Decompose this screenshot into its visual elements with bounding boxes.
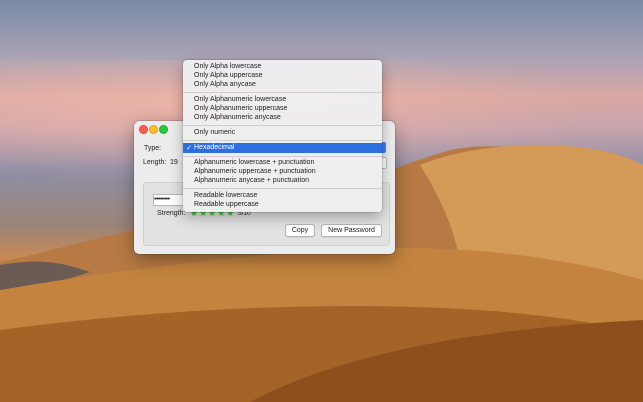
checkmark-icon: ✓ (186, 145, 192, 152)
copy-button[interactable]: Copy (285, 224, 315, 237)
length-label: Length: (143, 159, 167, 166)
new-password-button[interactable]: New Password (321, 224, 382, 237)
menu-item-alphanumeric-uppercase-punctuation[interactable]: Alphanumeric uppercase + punctuation (194, 168, 316, 175)
menu-item-alphanumeric-lowercase-punctuation[interactable]: Alphanumeric lowercase + punctuation (194, 159, 314, 166)
menu-item-alphanumeric-anycase[interactable]: Only Alphanumeric anycase (194, 114, 281, 121)
close-button[interactable] (139, 125, 148, 134)
menu-item-numeric[interactable]: Only numeric (194, 129, 235, 136)
menu-separator (183, 140, 382, 141)
zoom-button[interactable] (159, 125, 168, 134)
menu-separator (183, 156, 382, 157)
menu-item-alpha-lowercase[interactable]: Only Alpha lowercase (194, 63, 261, 70)
menu-item-hexadecimal[interactable]: ✓ Hexadecimal (183, 143, 382, 153)
menu-item-alpha-uppercase[interactable]: Only Alpha uppercase (194, 72, 263, 79)
menu-item-alphanumeric-anycase-punctuation[interactable]: Alphanumeric anycase + punctuation (194, 177, 309, 184)
menu-item-label: Hexadecimal (194, 144, 235, 151)
menu-separator (183, 188, 382, 189)
menu-item-readable-uppercase[interactable]: Readable uppercase (194, 201, 259, 208)
menu-item-alphanumeric-lowercase[interactable]: Only Alphanumeric lowercase (194, 96, 286, 103)
menu-separator (183, 125, 382, 126)
type-label: Type: (144, 145, 162, 152)
menu-item-readable-lowercase[interactable]: Readable lowercase (194, 192, 257, 199)
menu-item-alphanumeric-uppercase[interactable]: Only Alphanumeric uppercase (194, 105, 287, 112)
length-value: 19 (170, 159, 178, 166)
menu-item-alpha-anycase[interactable]: Only Alpha anycase (194, 81, 256, 88)
type-dropdown-menu: Only Alpha lowercase Only Alpha uppercas… (183, 60, 382, 212)
minimize-button[interactable] (149, 125, 158, 134)
strength-label: Strength: (157, 210, 186, 217)
menu-separator (183, 92, 382, 93)
